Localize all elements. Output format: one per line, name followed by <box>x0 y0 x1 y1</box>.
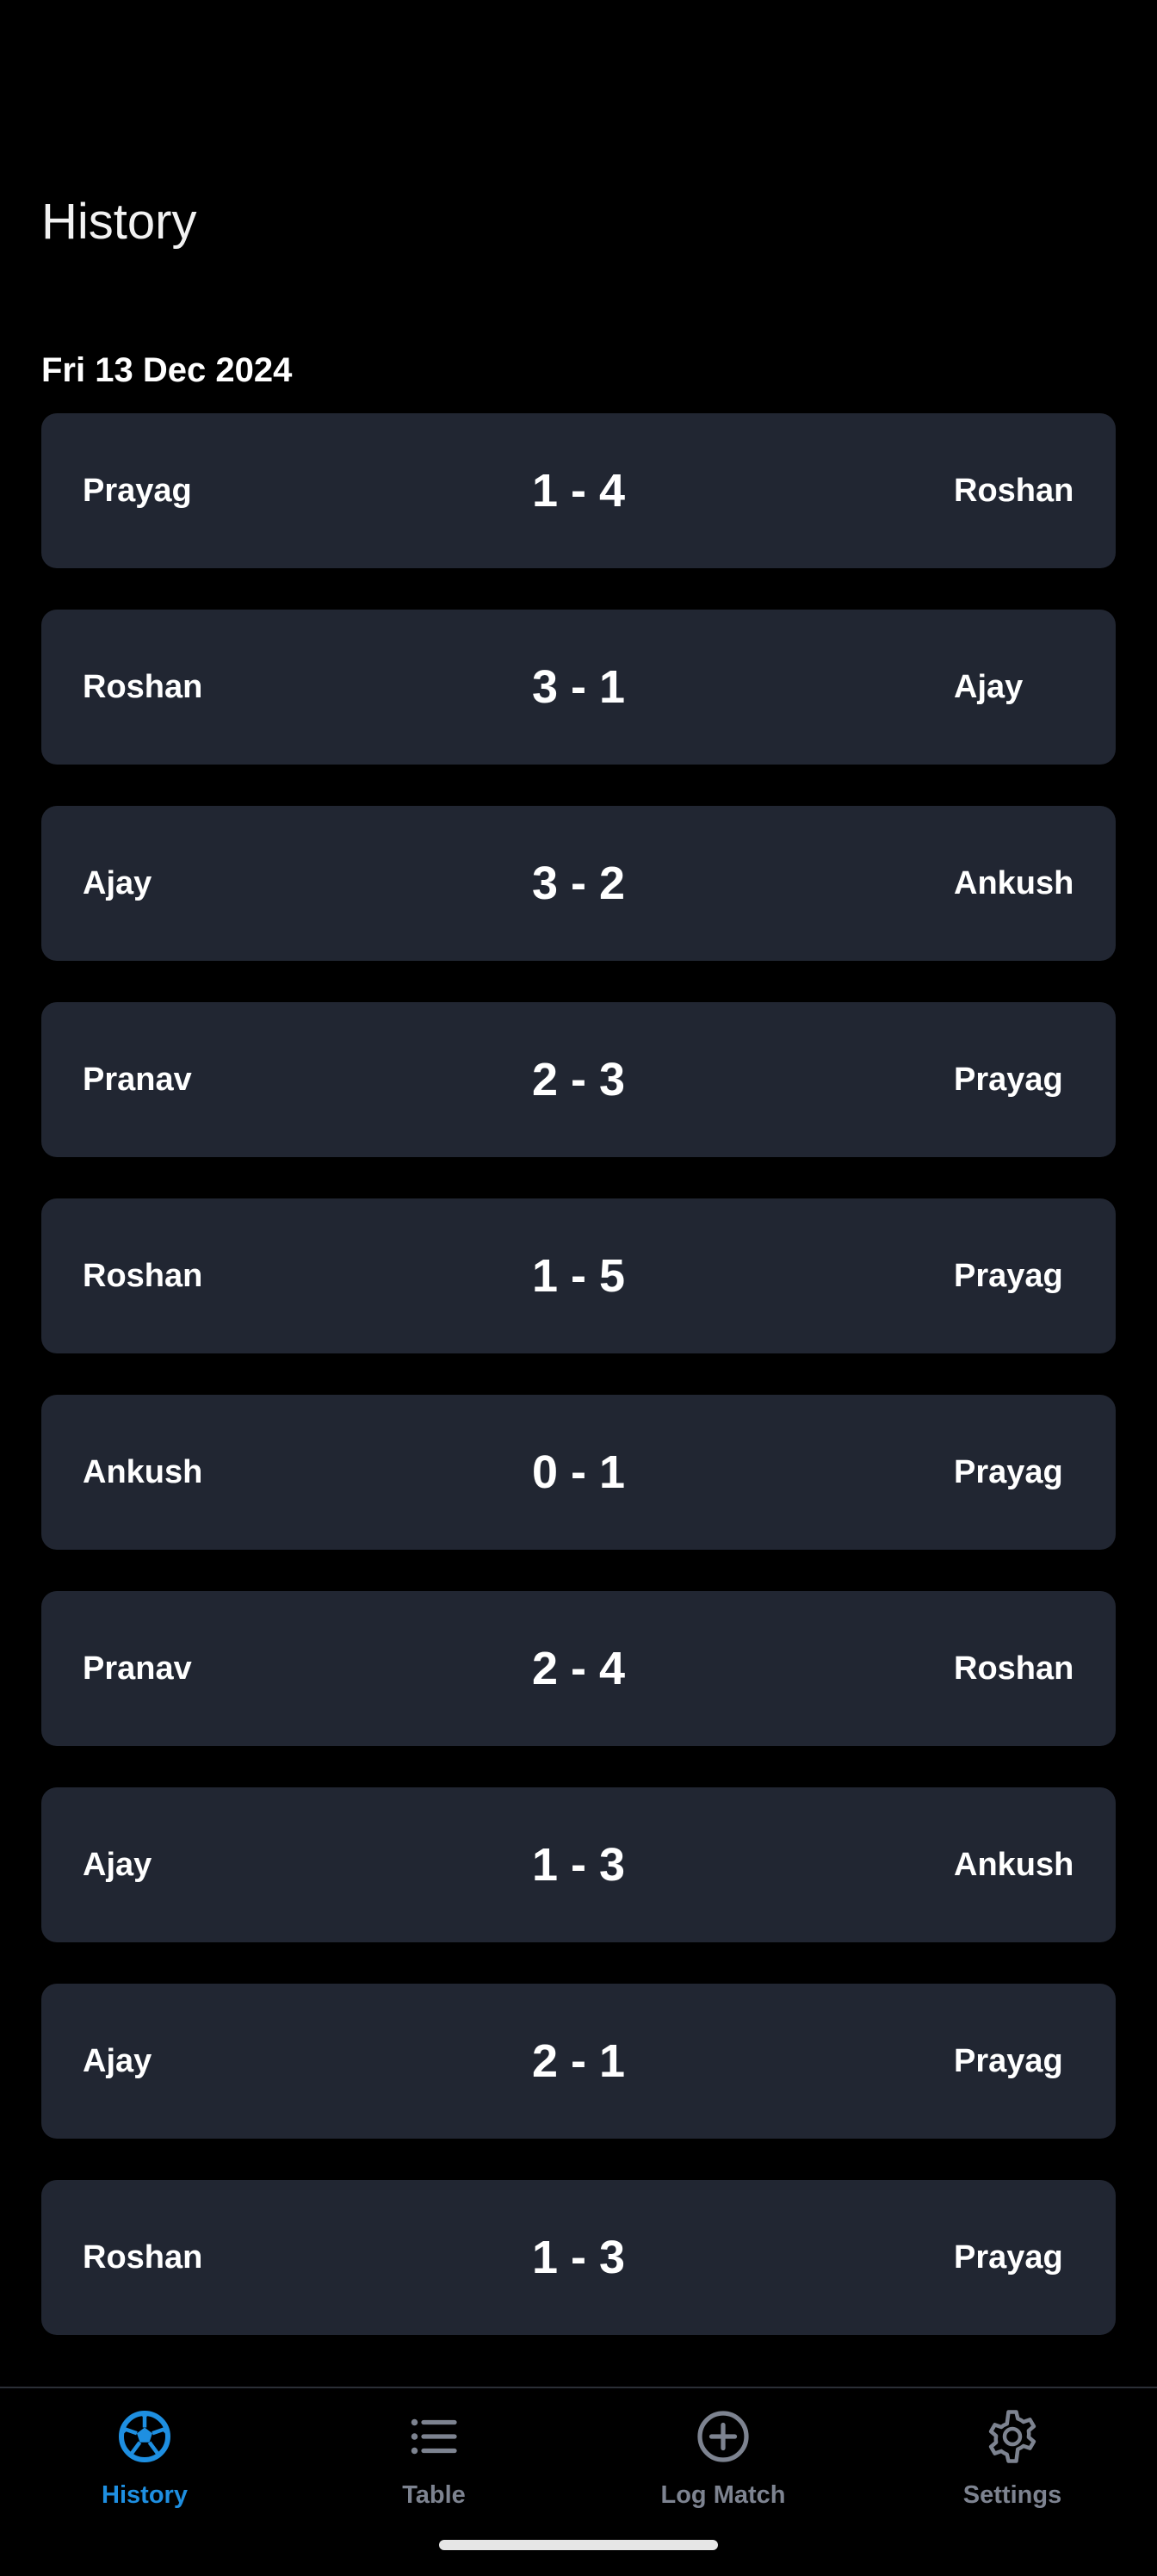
nav-tab-log-match[interactable]: Log Match <box>578 2406 868 2535</box>
match-card[interactable]: Ajay 2 - 1 Prayag <box>41 1984 1116 2139</box>
nav-tab-settings[interactable]: Settings <box>868 2406 1157 2535</box>
match-card[interactable]: Roshan 1 - 5 Prayag <box>41 1198 1116 1353</box>
away-player: Prayag <box>954 2239 1063 2276</box>
match-card[interactable]: Pranav 2 - 4 Roshan <box>41 1591 1116 1746</box>
away-player: Prayag <box>954 2043 1063 2079</box>
match-card[interactable]: Roshan 1 - 3 Prayag <box>41 2180 1116 2335</box>
gear-icon <box>988 2410 1036 2463</box>
nav-label: Settings <box>962 2481 1062 2509</box>
match-list: Prayag 1 - 4 Roshan Roshan 3 - 1 Ajay Aj… <box>41 413 1116 2376</box>
match-card[interactable]: Roshan 3 - 1 Ajay <box>41 610 1116 765</box>
away-player: Prayag <box>954 1062 1063 1098</box>
soccer-ball-icon <box>119 2411 170 2462</box>
match-card[interactable]: Pranav 2 - 3 Prayag <box>41 1002 1116 1157</box>
nav-label: Log Match <box>660 2481 786 2509</box>
add-circle-icon <box>697 2411 749 2462</box>
away-player: Ankush <box>954 865 1074 901</box>
match-card[interactable]: Ajay 3 - 2 Ankush <box>41 806 1116 961</box>
list-icon <box>411 2418 457 2455</box>
away-player: Roshan <box>954 1650 1074 1687</box>
home-indicator[interactable] <box>439 2540 718 2550</box>
away-player: Prayag <box>954 1258 1063 1294</box>
away-player: Roshan <box>954 473 1074 509</box>
away-player: Ajay <box>954 669 1024 705</box>
page-title: History <box>41 194 197 250</box>
nav-tab-history[interactable]: History <box>0 2406 289 2535</box>
nav-label: History <box>102 2481 188 2509</box>
date-header: Fri 13 Dec 2024 <box>41 351 293 389</box>
match-card[interactable]: Prayag 1 - 4 Roshan <box>41 413 1116 568</box>
match-card[interactable]: Ankush 0 - 1 Prayag <box>41 1395 1116 1550</box>
nav-tab-table[interactable]: Table <box>289 2406 578 2535</box>
away-player: Prayag <box>954 1454 1063 1490</box>
away-player: Ankush <box>954 1847 1074 1883</box>
match-card[interactable]: Ajay 1 - 3 Ankush <box>41 1787 1116 1942</box>
nav-label: Table <box>402 2481 466 2509</box>
